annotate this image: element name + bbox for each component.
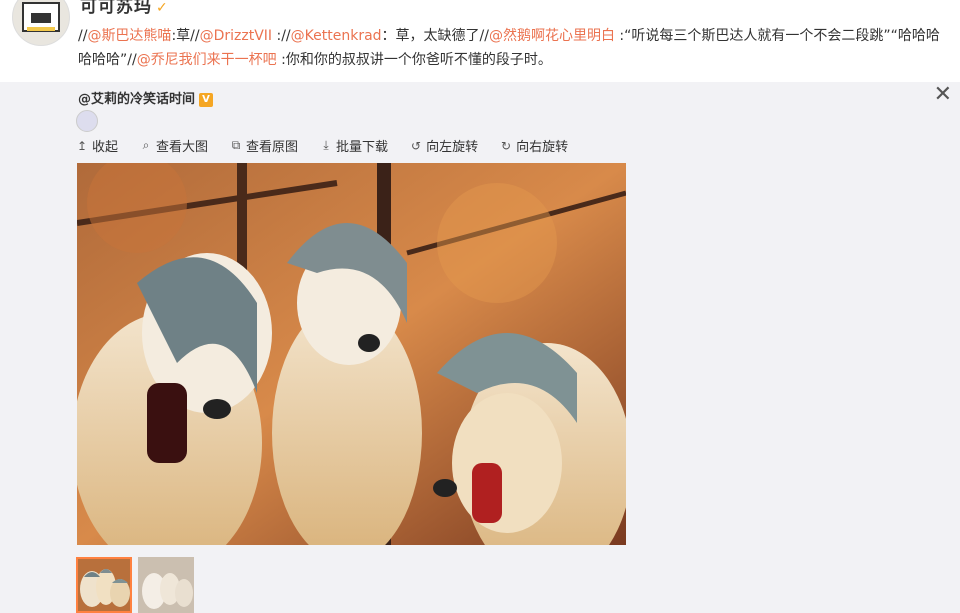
viewer-author[interactable]: @艾莉的冷笑话时间 V [78, 88, 214, 107]
verified-badge-icon: ✓ [156, 0, 169, 16]
post-text-fragment: :“听说每三个斯巴达人就有一个不会二段跳” [614, 28, 891, 44]
post-text-fragment: ：草，太缺德了// [381, 28, 489, 44]
post-text-fragment: :你和你的叔叔讲一个你爸听不懂的段子时。 [276, 52, 552, 68]
close-icon[interactable]: ✕ [934, 82, 952, 107]
image-viewer: @艾莉的冷笑话时间 V ✕ ↥ 收起 ⌕ 查看大图 ⧉ 查看原图 ⤓ 批量下载 ↺ 向左旋转 ↻ 向右旋… [0, 82, 960, 613]
toolbar-button-download[interactable]: ⤓ 批量下载 [320, 136, 388, 155]
rotate-right-icon: ↻ [501, 138, 512, 153]
toolbar-label: 查看大图 [156, 140, 209, 155]
thumbnail-1[interactable] [76, 557, 132, 613]
thumbnail-strip [76, 557, 194, 613]
mention-link[interactable]: @乔尼我们来干一杯吧 [137, 52, 277, 68]
toolbar-button-arrow-up[interactable]: ↥ 收起 [76, 136, 119, 156]
rotate-left-icon: ↺ [411, 138, 422, 153]
mention-link[interactable]: @然鹅啊花心里明白 [489, 28, 615, 44]
author-avatar[interactable] [76, 110, 98, 132]
toolbar-button-magnifier[interactable]: ⌕ 查看大图 [140, 136, 208, 155]
user-avatar[interactable] [12, 0, 70, 46]
viewer-toolbar: ↥ 收起 ⌕ 查看大图 ⧉ 查看原图 ⤓ 批量下载 ↺ 向左旋转 ↻ 向右旋转 [76, 136, 568, 155]
mention-link[interactable]: @Kettenkrad [291, 28, 382, 44]
post-text-fragment: :草// [171, 28, 200, 44]
download-icon: ⤓ [323, 138, 329, 152]
arrow-up-icon: ↥ [76, 138, 88, 153]
toolbar-label: 查看原图 [246, 140, 299, 155]
toolbar-button-external-link[interactable]: ⧉ 查看原图 [230, 136, 298, 155]
verified-badge-icon: V [199, 92, 214, 107]
post-username[interactable]: 可可苏玛 ✓ [80, 0, 169, 17]
thumbnail-2[interactable] [138, 557, 194, 613]
external-link-icon: ⧉ [231, 138, 241, 152]
post-text-fragment: :// [272, 28, 291, 44]
mention-link[interactable]: @DrizztVII [200, 28, 272, 44]
toolbar-button-rotate-left[interactable]: ↺ 向左旋转 [410, 136, 479, 156]
toolbar-label: 批量下载 [336, 140, 389, 155]
magnifier-icon: ⌕ [142, 138, 150, 152]
main-photo[interactable] [77, 163, 626, 545]
weibo-post: 可可苏玛 ✓ //@斯巴达熊喵:草//@DrizztVII ://@Kettenk… [0, 0, 960, 82]
toolbar-label: 向右旋转 [516, 140, 569, 155]
toolbar-button-rotate-right[interactable]: ↻ 向右旋转 [500, 136, 569, 156]
toolbar-label: 收起 [92, 140, 119, 155]
toolbar-label: 向左旋转 [426, 140, 479, 155]
post-text: //@斯巴达熊喵:草//@DrizztVII ://@Kettenkrad：草，… [78, 24, 948, 72]
mention-link[interactable]: @斯巴达熊喵 [87, 28, 171, 44]
